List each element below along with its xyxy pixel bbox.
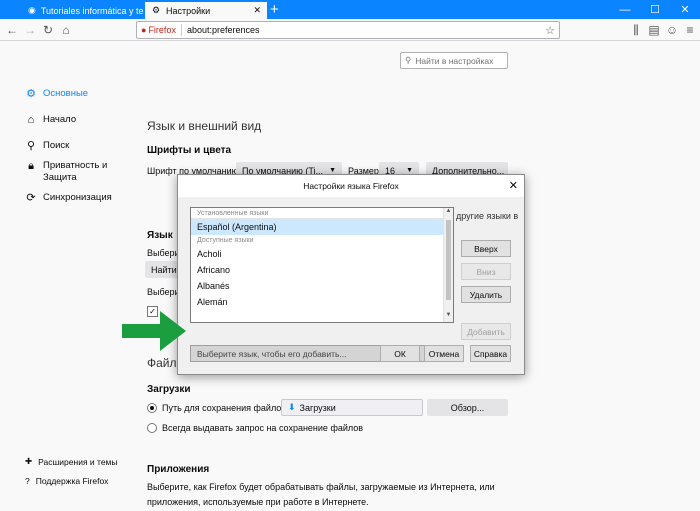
sidebar-support[interactable]: ? Поддержка Firefox: [25, 476, 108, 486]
sidebar-item-label: Начало: [43, 114, 77, 125]
help-icon: ?: [25, 476, 30, 486]
list-item[interactable]: Africano: [191, 262, 453, 278]
ok-button[interactable]: ОК: [380, 345, 420, 362]
tab-title: Настройки: [166, 5, 211, 16]
save-path-radio[interactable]: [147, 403, 157, 413]
bookmark-star-icon[interactable]: ☆: [545, 24, 555, 37]
find-language-button[interactable]: Найти: [145, 261, 179, 278]
sidebar-item-privacy[interactable]: 🔒︎ Приватность и Защита: [25, 160, 113, 184]
green-arrow-annotation: [122, 311, 186, 351]
sidebar-item-label: Основные: [43, 88, 89, 99]
other-languages-text-partial: другие языки в: [456, 211, 519, 221]
choose-language-text-2: Выбери: [147, 287, 180, 297]
close-window-button[interactable]: ✕: [670, 0, 700, 19]
move-down-button[interactable]: Вниз: [461, 263, 511, 280]
gear-icon: ⚙: [151, 5, 161, 15]
list-item[interactable]: Alemán: [191, 294, 453, 310]
tab-title: Tutoriales informática y tecno: [40, 5, 144, 16]
tab-tutoriales[interactable]: ◉ Tutoriales informática y tecno ✕: [22, 2, 144, 19]
gear-icon: ⚙: [26, 88, 36, 100]
scroll-down-icon[interactable]: ▼: [444, 312, 453, 322]
lock-icon: 🔒︎: [28, 160, 34, 172]
site-icon: ◉: [28, 5, 36, 15]
library-icon[interactable]: ⫼: [628, 22, 644, 38]
tab-settings[interactable]: ⚙ Настройки ✕: [145, 2, 267, 19]
chevron-down-icon: ▼: [329, 167, 336, 174]
identity-badge[interactable]: ● Firefox: [141, 25, 176, 35]
search-icon: ⚲: [26, 140, 36, 152]
language-heading: Язык: [147, 230, 173, 241]
remove-language-button[interactable]: Удалить: [461, 286, 511, 303]
cancel-button[interactable]: Отмена: [424, 345, 464, 362]
close-icon[interactable]: ✕: [509, 179, 518, 192]
sidebar-item-label: Синхронизация: [43, 192, 112, 203]
tab-strip: ◉ Tutoriales informática y tecno ✕ ⚙ Нас…: [0, 0, 700, 19]
chevron-down-icon: ▼: [406, 167, 413, 174]
nav-bar: ← → ↻ ⌂ ● Firefox about:preferences ☆ ⫼ …: [0, 19, 700, 41]
installed-header: Установленные языки: [191, 208, 453, 219]
section-title: Язык и внешний вид: [147, 119, 262, 133]
apps-heading: Приложения: [147, 464, 210, 475]
apps-description-2: приложения, используемые при работе в Ин…: [147, 497, 369, 507]
choose-language-text: Выбери: [147, 248, 180, 258]
download-folder-field[interactable]: ⬇ Загрузки: [281, 399, 423, 416]
languages-listbox[interactable]: Установленные языки Español (Argentina) …: [190, 207, 454, 323]
save-path-label: Путь для сохранения файлов: [162, 403, 287, 413]
url-bar[interactable]: ● Firefox about:preferences ☆: [136, 21, 560, 39]
sidebar-item-home[interactable]: ⌂ Начало: [25, 114, 76, 126]
new-tab-button[interactable]: +: [270, 1, 279, 18]
home-icon: ⌂: [27, 114, 35, 126]
sidebar-item-label: Приватность и Защита: [43, 160, 108, 183]
forward-arrow-icon[interactable]: →: [22, 22, 38, 38]
scroll-thumb[interactable]: [446, 220, 451, 300]
url-text: about:preferences: [186, 25, 260, 35]
menu-icon[interactable]: ≡: [682, 22, 698, 38]
account-icon[interactable]: ☺: [664, 22, 680, 38]
sidebar-item-search[interactable]: ⚲ Поиск: [25, 140, 69, 152]
always-ask-radio[interactable]: [147, 423, 157, 433]
move-up-button[interactable]: Вверх: [461, 240, 511, 257]
dialog-titlebar: Настройки языка Firefox ✕: [178, 175, 524, 197]
url-separator: [180, 24, 182, 36]
close-tab-icon[interactable]: ✕: [247, 5, 261, 16]
dialog-body: другие языки в Установленные языки Españ…: [178, 197, 524, 374]
puzzle-icon: ✚: [25, 456, 33, 466]
maximize-button[interactable]: ☐: [640, 0, 670, 19]
list-item[interactable]: Acholi: [191, 246, 453, 262]
sidebar-item-label: Поиск: [43, 140, 70, 151]
downloads-heading: Загрузки: [147, 384, 191, 395]
sidebar-item-sync[interactable]: ⟳ Синхронизация: [25, 192, 112, 204]
language-settings-dialog: Настройки языка Firefox ✕ другие языки в…: [177, 174, 525, 375]
search-input[interactable]: ⚲ Найти в настройках: [400, 52, 508, 69]
apps-description-1: Выберите, как Firefox будет обрабатывать…: [147, 482, 495, 492]
search-placeholder: Найти в настройках: [415, 55, 494, 66]
scroll-up-icon[interactable]: ▲: [444, 208, 453, 218]
browse-button[interactable]: Обзор...: [427, 399, 508, 416]
list-scrollbar[interactable]: ▲ ▼: [443, 208, 453, 322]
always-ask-label: Всегда выдавать запрос на сохранение фай…: [162, 423, 364, 433]
list-item[interactable]: Español (Argentina): [191, 219, 453, 235]
help-button[interactable]: Справка: [470, 345, 511, 362]
minimize-button[interactable]: —: [610, 0, 640, 19]
list-item[interactable]: Albanés: [191, 278, 453, 294]
sidebar-item-general[interactable]: ⚙ Основные: [25, 88, 88, 100]
back-arrow-icon[interactable]: ←: [4, 22, 20, 38]
add-language-button[interactable]: Добавить: [461, 323, 511, 340]
search-icon: ⚲: [405, 55, 412, 65]
home-icon[interactable]: ⌂: [58, 22, 74, 38]
fonts-heading: Шрифты и цвета: [147, 145, 232, 156]
sync-icon: ⟳: [26, 192, 36, 204]
download-arrow-icon: ⬇: [288, 402, 296, 412]
available-header: Доступные языки: [197, 237, 254, 244]
firefox-icon: ●: [141, 25, 147, 35]
dialog-title: Настройки языка Firefox: [303, 181, 399, 191]
reload-icon[interactable]: ↻: [40, 22, 56, 38]
sidebar-icon[interactable]: ▤: [646, 22, 662, 38]
sidebar-extensions[interactable]: ✚ Расширения и темы: [25, 456, 118, 467]
